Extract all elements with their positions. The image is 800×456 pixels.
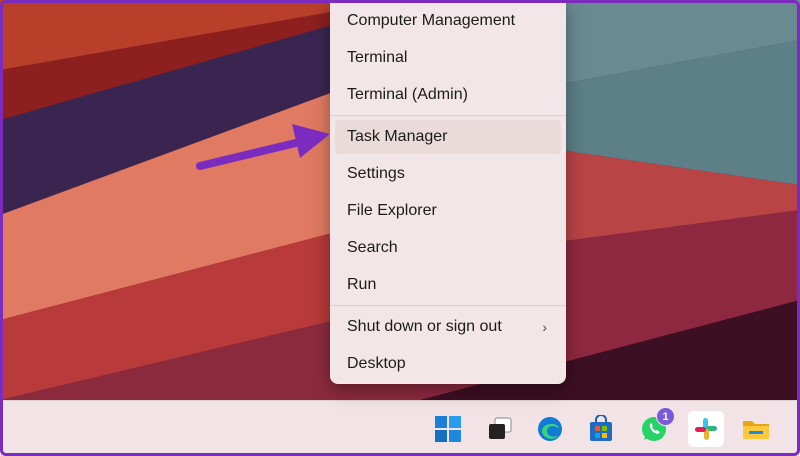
notification-badge: 1 bbox=[656, 407, 675, 426]
file-explorer-icon[interactable] bbox=[738, 411, 774, 447]
microsoft-store-icon[interactable] bbox=[583, 411, 619, 447]
edge-icon[interactable] bbox=[532, 411, 568, 447]
taskbar: 1 bbox=[0, 400, 800, 456]
whatsapp-icon[interactable]: 1 bbox=[636, 407, 675, 447]
slack-icon[interactable] bbox=[688, 411, 724, 447]
windows-start-icon[interactable] bbox=[430, 411, 466, 447]
annotation-arrow bbox=[196, 124, 330, 170]
task-view-icon[interactable] bbox=[482, 411, 518, 447]
